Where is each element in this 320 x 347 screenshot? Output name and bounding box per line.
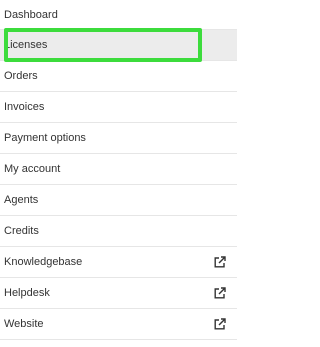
sidebar-item-label: Invoices (4, 101, 45, 113)
sidebar-item-payment-options[interactable]: Payment options (0, 123, 237, 154)
sidebar-item-label: Knowledgebase (4, 256, 83, 268)
sidebar-item-knowledgebase[interactable]: Knowledgebase (0, 247, 237, 278)
sidebar-item-dashboard[interactable]: Dashboard (0, 0, 237, 30)
sidebar-item-agents[interactable]: Agents (0, 185, 237, 216)
sidebar-item-invoices[interactable]: Invoices (0, 92, 237, 123)
external-link-icon (214, 256, 226, 268)
sidebar-item-label: Agents (4, 194, 39, 206)
sidebar-item-licenses[interactable]: Licenses (0, 28, 237, 62)
sidebar-item-label: Payment options (4, 132, 86, 144)
sidebar-menu: Dashboard Licenses Orders Invoices Payme… (0, 0, 237, 340)
sidebar-item-label: Licenses (4, 39, 48, 51)
sidebar-item-orders[interactable]: Orders (0, 61, 237, 92)
sidebar-item-helpdesk[interactable]: Helpdesk (0, 278, 237, 309)
sidebar-item-my-account[interactable]: My account (0, 154, 237, 185)
sidebar-item-label: Dashboard (4, 8, 58, 21)
external-link-icon (214, 287, 226, 299)
sidebar-item-label: My account (4, 163, 61, 175)
sidebar-item-website[interactable]: Website (0, 309, 237, 340)
sidebar-item-label: Helpdesk (4, 287, 50, 299)
sidebar-item-credits[interactable]: Credits (0, 216, 237, 247)
external-link-icon (214, 318, 226, 330)
sidebar-item-label: Orders (4, 70, 38, 82)
sidebar-item-label: Website (4, 318, 44, 330)
sidebar-item-label: Credits (4, 225, 39, 237)
